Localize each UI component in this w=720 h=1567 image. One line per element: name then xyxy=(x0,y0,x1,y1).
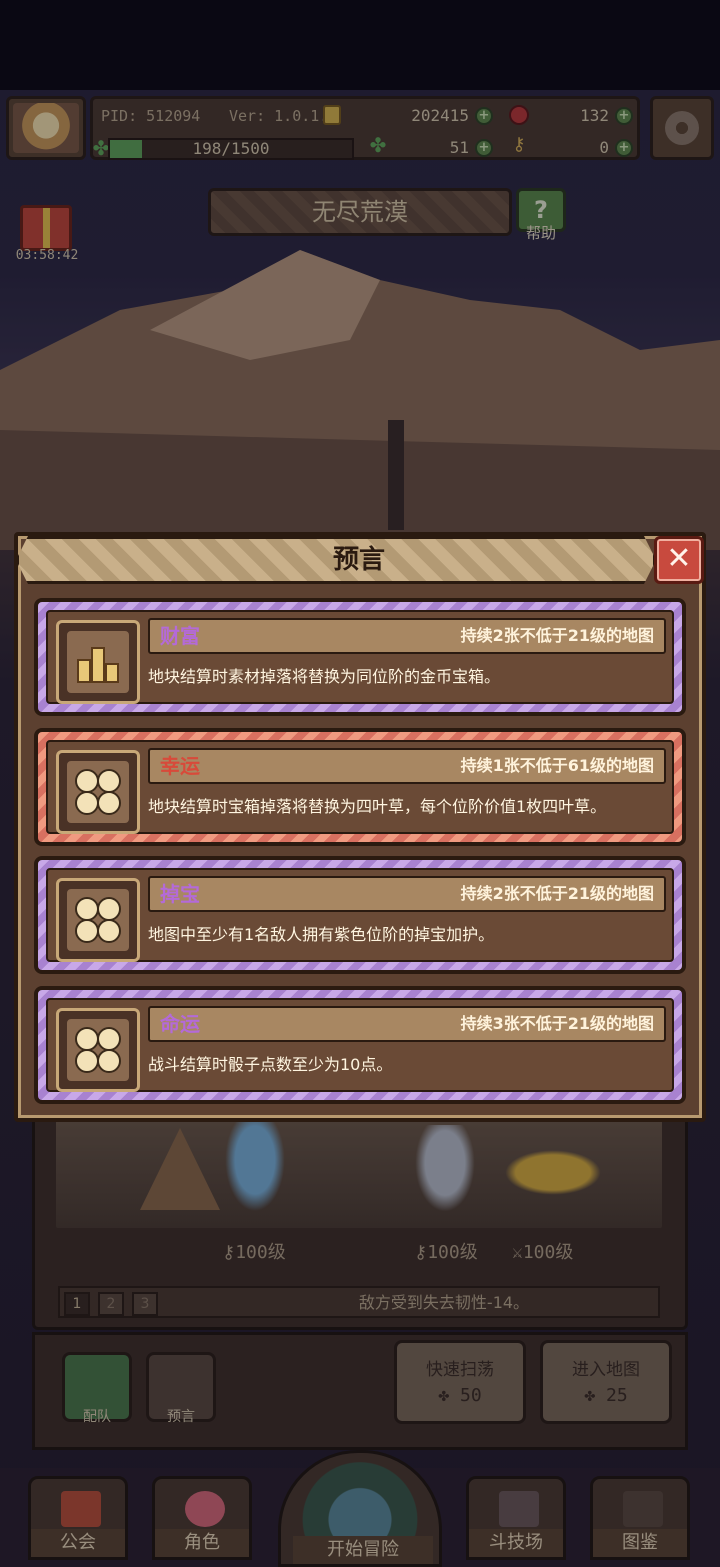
card-title-strip: 财富 持续2张不低于21级的地图 xyxy=(148,618,666,654)
card-name: 命运 xyxy=(160,1012,200,1036)
modal-title: 预言 xyxy=(332,545,385,575)
card-icon-frame xyxy=(56,1008,140,1092)
card-duration: 持续2张不低于21级的地图 xyxy=(460,626,654,645)
card-icon-frame xyxy=(56,620,140,704)
card-title-strip: 命运 持续3张不低于21级的地图 xyxy=(148,1006,666,1042)
card-icon-bg xyxy=(67,761,129,823)
card-duration: 持续1张不低于61级的地图 xyxy=(460,756,654,775)
prophecy-card[interactable]: 掉宝 持续2张不低于21级的地图地图中至少有1名敌人拥有紫色位阶的掉宝加护。 xyxy=(34,856,686,974)
coins-icon xyxy=(77,641,119,683)
clover-icon xyxy=(75,897,121,943)
card-name: 财富 xyxy=(160,624,200,648)
prophecy-card[interactable]: 幸运 持续1张不低于61级的地图地块结算时宝箱掉落将替换为四叶草，每个位阶价值1枚… xyxy=(34,728,686,846)
card-name: 掉宝 xyxy=(160,882,200,906)
card-body: 幸运 持续1张不低于61级的地图地块结算时宝箱掉落将替换为四叶草，每个位阶价值1枚… xyxy=(46,740,674,834)
card-icon-bg xyxy=(67,889,129,951)
card-duration: 持续2张不低于21级的地图 xyxy=(460,884,654,903)
card-title-strip: 幸运 持续1张不低于61级的地图 xyxy=(148,748,666,784)
prophecy-card[interactable]: 命运 持续3张不低于21级的地图战斗结算时骰子点数至少为10点。 xyxy=(34,986,686,1104)
card-body: 财富 持续2张不低于21级的地图地块结算时素材掉落将替换为同位阶的金币宝箱。 xyxy=(46,610,674,704)
card-description: 地块结算时宝箱掉落将替换为四叶草，每个位阶价值1枚四叶草。 xyxy=(148,797,607,816)
card-title-strip: 掉宝 持续2张不低于21级的地图 xyxy=(148,876,666,912)
card-description: 地块结算时素材掉落将替换为同位阶的金币宝箱。 xyxy=(148,667,501,686)
card-icon-bg xyxy=(67,631,129,693)
card-icon-frame xyxy=(56,750,140,834)
clover-icon xyxy=(75,1027,121,1073)
close-button[interactable]: ✕ xyxy=(654,536,704,584)
card-icon-frame xyxy=(56,878,140,962)
card-icon-bg xyxy=(67,1019,129,1081)
card-name: 幸运 xyxy=(160,754,200,778)
clover-icon xyxy=(75,769,121,815)
card-body: 命运 持续3张不低于21级的地图战斗结算时骰子点数至少为10点。 xyxy=(46,998,674,1092)
prophecy-card[interactable]: 财富 持续2张不低于21级的地图地块结算时素材掉落将替换为同位阶的金币宝箱。 xyxy=(34,598,686,716)
card-body: 掉宝 持续2张不低于21级的地图地图中至少有1名敌人拥有紫色位阶的掉宝加护。 xyxy=(46,868,674,962)
card-description: 地图中至少有1名敌人拥有紫色位阶的掉宝加护。 xyxy=(148,925,495,944)
close-icon: ✕ xyxy=(666,541,692,576)
card-description: 战斗结算时骰子点数至少为10点。 xyxy=(148,1055,393,1074)
card-duration: 持续3张不低于21级的地图 xyxy=(460,1014,654,1033)
